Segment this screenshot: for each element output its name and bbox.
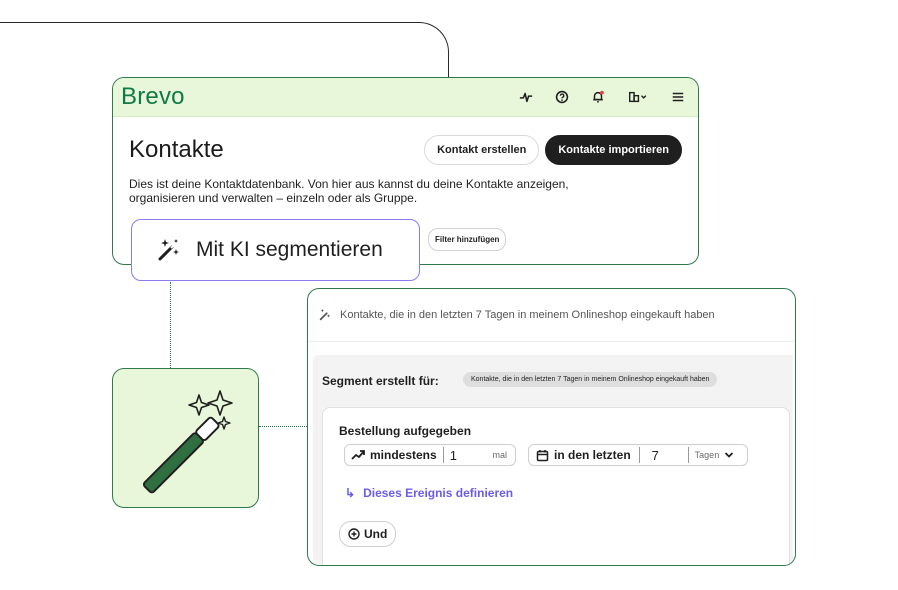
add-filter-button[interactable]: Filter hinzufügen bbox=[428, 228, 507, 251]
rule-box: Bestellung aufgegeben mindestens 1 mal i… bbox=[322, 407, 790, 565]
create-contact-button[interactable]: Kontakt erstellen bbox=[424, 135, 540, 165]
prompt-text: Kontakte, die in den letzten 7 Tagen in … bbox=[340, 309, 715, 321]
and-button-label: Und bbox=[364, 527, 388, 541]
building-dropdown-icon[interactable] bbox=[626, 89, 650, 105]
calendar-icon bbox=[536, 449, 549, 461]
min-unit: mal bbox=[492, 450, 507, 460]
menu-icon[interactable] bbox=[670, 89, 686, 105]
trend-up-icon bbox=[351, 450, 365, 460]
prompt-row[interactable]: Kontakte, die in den letzten 7 Tagen in … bbox=[308, 289, 795, 342]
return-arrow-icon: ↳ bbox=[345, 486, 356, 500]
activity-icon[interactable] bbox=[518, 89, 534, 105]
magic-wand-tile bbox=[112, 368, 259, 508]
frequency-field[interactable]: mindestens 1 mal bbox=[344, 444, 516, 466]
page-title: Kontakte bbox=[129, 136, 224, 163]
segment-card: Kontakte, die in den letzten 7 Tagen in … bbox=[307, 288, 796, 566]
magic-wand-illustration-icon bbox=[142, 390, 233, 494]
field-divider bbox=[638, 447, 640, 463]
define-event-link[interactable]: ↳ Dieses Ereignis definieren bbox=[345, 486, 513, 500]
page: Brevo Kontakte Kontakt erstellen Kontakt… bbox=[0, 0, 898, 590]
contacts-description: Dies ist deine Kontaktdatenbank. Von hie… bbox=[129, 177, 569, 205]
magic-wand-small-icon bbox=[319, 308, 331, 321]
title-actions: Kontakt erstellen Kontakte importieren bbox=[424, 135, 682, 165]
period-field[interactable]: in den letzten 7 Tagen bbox=[528, 444, 748, 466]
title-row: Kontakte Kontakt erstellen Kontakte impo… bbox=[129, 135, 682, 165]
define-event-label: Dieses Ereignis definieren bbox=[363, 486, 514, 500]
ai-segment-button[interactable]: Mit KI segmentieren bbox=[131, 219, 420, 281]
field-divider bbox=[442, 447, 444, 463]
header-icons bbox=[518, 89, 686, 105]
and-button[interactable]: Und bbox=[339, 521, 397, 547]
period-unit-select[interactable]: Tagen bbox=[695, 450, 720, 460]
connector-vertical bbox=[170, 282, 171, 368]
period-label: in den letzten bbox=[554, 448, 631, 462]
period-value-input[interactable]: 7 bbox=[652, 448, 682, 463]
ai-segment-label: Mit KI segmentieren bbox=[196, 238, 383, 261]
bell-icon[interactable] bbox=[590, 89, 606, 105]
magic-wand-icon bbox=[158, 239, 179, 261]
rule-title: Bestellung aufgegeben bbox=[339, 424, 472, 438]
min-value-input[interactable]: 1 bbox=[450, 448, 493, 463]
help-icon[interactable] bbox=[554, 89, 570, 105]
connector-horizontal bbox=[259, 426, 307, 427]
app-body: Kontakte Kontakt erstellen Kontakte impo… bbox=[113, 117, 698, 223]
field-divider bbox=[687, 447, 689, 463]
min-label: mindestens bbox=[370, 448, 437, 462]
segment-builder: Segment erstellt für: Kontakte, die in d… bbox=[313, 355, 793, 565]
app-header: Brevo bbox=[113, 78, 698, 117]
import-contacts-button[interactable]: Kontakte importieren bbox=[545, 135, 682, 165]
segment-prompt-chip: Kontakte, die in den letzten 7 Tagen in … bbox=[463, 372, 718, 387]
brand-logo: Brevo bbox=[121, 83, 185, 110]
plus-circle-icon bbox=[348, 528, 360, 540]
segment-created-for-label: Segment erstellt für: bbox=[322, 374, 439, 388]
chevron-down-icon bbox=[725, 452, 734, 458]
